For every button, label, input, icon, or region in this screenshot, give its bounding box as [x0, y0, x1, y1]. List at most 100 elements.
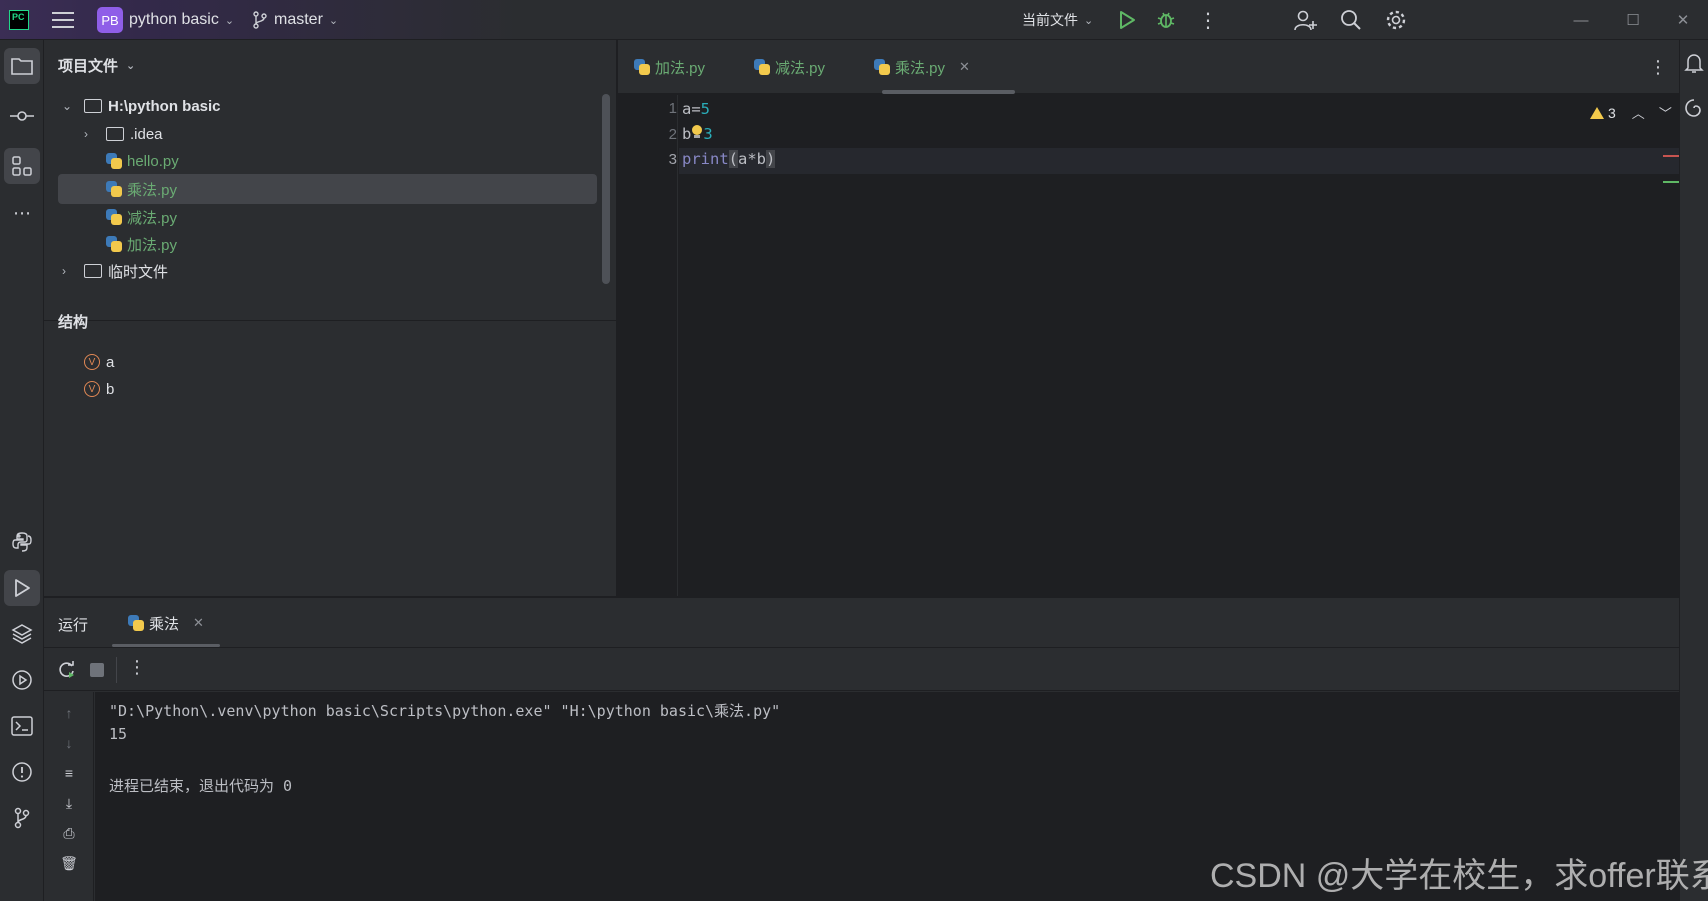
tab-label: 乘法.py	[895, 59, 946, 77]
settings-button[interactable]	[1385, 0, 1407, 40]
tree-item-subtract-py[interactable]: 减法.py	[58, 202, 597, 232]
folder-icon	[106, 127, 124, 141]
branch-switcher[interactable]: master ⌄	[252, 0, 338, 40]
folder-icon	[84, 99, 102, 113]
editor-tabs: 加法.py 减法.py 乘法.py ✕ ⋮	[618, 40, 1679, 94]
variable-icon: V	[84, 354, 100, 370]
layers-tool-button[interactable]	[4, 616, 40, 652]
layers-icon	[11, 624, 33, 644]
debug-button[interactable]	[1156, 0, 1176, 40]
error-stripe-marker[interactable]	[1663, 155, 1679, 157]
stop-icon[interactable]	[90, 663, 104, 677]
active-tab-indicator	[882, 90, 1015, 94]
lightbulb-icon[interactable]	[691, 125, 703, 139]
python-console-button[interactable]	[4, 524, 40, 560]
structure-item-b[interactable]: V b	[58, 374, 597, 404]
tree-item-multiply-py[interactable]: 乘法.py	[58, 174, 597, 204]
main-menu-button[interactable]	[52, 0, 74, 40]
services-tool-button[interactable]	[4, 662, 40, 698]
spiral-icon	[1685, 99, 1701, 117]
trash-icon[interactable]: 🗑	[60, 854, 78, 872]
current-line-highlight	[679, 148, 1679, 174]
tab-multiply-py[interactable]: 乘法.py ✕	[874, 40, 970, 94]
project-tool-button[interactable]	[4, 48, 40, 84]
scroll-to-end-icon[interactable]: ⤓	[60, 794, 78, 812]
tab-subtract-py[interactable]: 减法.py	[754, 40, 825, 94]
python-file-icon	[106, 236, 122, 252]
terminal-tool-button[interactable]	[4, 708, 40, 744]
python-file-icon	[106, 181, 122, 197]
arrow-up-icon[interactable]: ↑	[60, 704, 78, 722]
chevron-up-icon[interactable]: ︿	[1632, 103, 1645, 122]
tabs-more-icon[interactable]: ⋮	[1649, 40, 1667, 94]
minimize-button[interactable]: —	[1556, 0, 1606, 40]
git-branch-icon	[14, 807, 30, 829]
git-tool-button[interactable]	[4, 800, 40, 836]
console-line: 15	[109, 725, 128, 743]
structure-item-label: b	[106, 380, 115, 398]
play-icon	[1120, 11, 1135, 29]
python-file-icon	[106, 153, 122, 169]
code-line-3: print(a*b)	[682, 150, 776, 168]
line-number: 2	[668, 126, 677, 143]
tree-item-hello-py[interactable]: hello.py	[58, 146, 597, 176]
code-editor[interactable]: 1 2 3 a=5 b3 print(a*b) 3 ︿ ﹀	[618, 95, 1679, 596]
close-window-button[interactable]: ✕	[1658, 0, 1708, 40]
project-scrollbar[interactable]	[602, 94, 610, 284]
chevron-down-icon: ⌄	[1084, 14, 1094, 27]
project-switcher[interactable]: PB python basic ⌄	[97, 0, 234, 40]
structure-item-a[interactable]: V a	[58, 347, 597, 377]
run-tab-multiply[interactable]: 乘法 ✕	[128, 598, 204, 648]
problems-tool-button[interactable]	[4, 754, 40, 790]
rerun-button[interactable]	[58, 661, 76, 679]
arrow-down-icon[interactable]: ↓	[60, 734, 78, 752]
project-panel-title: 项目文件	[58, 58, 119, 75]
python-file-icon	[106, 209, 122, 225]
run-button[interactable]	[1118, 0, 1136, 40]
change-stripe-marker[interactable]	[1663, 181, 1679, 183]
run-config-selector[interactable]: 当前文件 ⌄	[1022, 0, 1093, 40]
project-panel-header[interactable]: 项目文件 ⌄	[58, 55, 135, 76]
tab-label: 加法.py	[655, 59, 706, 77]
run-toolbar: ⋮	[44, 649, 1679, 691]
more-tools-icon[interactable]: ⋯	[4, 195, 40, 231]
add-user-button[interactable]	[1294, 0, 1318, 40]
bug-icon	[1157, 12, 1175, 28]
chevron-down-icon: ⌄	[62, 99, 73, 113]
console-line: 进程已结束，退出代码为 0	[109, 777, 293, 795]
run-tool-button[interactable]	[4, 570, 40, 606]
inspection-widget[interactable]: 3 ︿ ﹀	[1590, 103, 1672, 122]
print-icon[interactable]: ⎙	[60, 824, 78, 842]
chevron-down-icon: ⌄	[224, 14, 235, 27]
project-badge: PB	[97, 7, 123, 33]
close-tab-icon[interactable]: ✕	[959, 59, 970, 75]
tree-item-idea[interactable]: › .idea	[58, 119, 597, 149]
tree-item-add-py[interactable]: 加法.py	[58, 229, 597, 259]
console-line: "D:\Python\.venv\python basic\Scripts\py…	[109, 702, 781, 720]
soft-wrap-icon[interactable]: ≡	[60, 764, 78, 782]
folder-icon	[84, 264, 102, 278]
ai-assistant-button[interactable]	[1684, 98, 1704, 118]
more-actions-icon[interactable]: ⋮	[1198, 0, 1218, 40]
more-actions-icon[interactable]: ⋮	[128, 657, 146, 678]
code-line-2: b3	[682, 125, 713, 143]
commit-tool-button[interactable]	[4, 98, 40, 134]
structure-icon	[12, 156, 32, 176]
tree-item-root[interactable]: ⌄ H:\python basic	[58, 91, 597, 121]
bell-icon	[1684, 54, 1704, 73]
git-branch-icon	[253, 11, 267, 29]
tab-add-py[interactable]: 加法.py	[634, 40, 705, 94]
branch-name: master	[274, 11, 323, 28]
structure-panel-title: 结构	[58, 314, 89, 331]
search-button[interactable]	[1340, 0, 1362, 40]
tree-item-label: H:\python basic	[108, 97, 221, 115]
run-panel-title: 运行	[58, 617, 89, 634]
chevron-down-icon[interactable]: ﹀	[1659, 103, 1672, 122]
structure-tool-button[interactable]	[4, 148, 40, 184]
close-tab-icon[interactable]: ✕	[193, 615, 204, 631]
maximize-button[interactable]: ☐	[1608, 0, 1658, 40]
tree-item-scratches[interactable]: › 临时文件	[58, 256, 597, 286]
play-icon	[15, 579, 30, 597]
notifications-button[interactable]	[1684, 52, 1704, 74]
watermark-text: CSDN @大学在校生，求offer联系	[1210, 857, 1708, 895]
